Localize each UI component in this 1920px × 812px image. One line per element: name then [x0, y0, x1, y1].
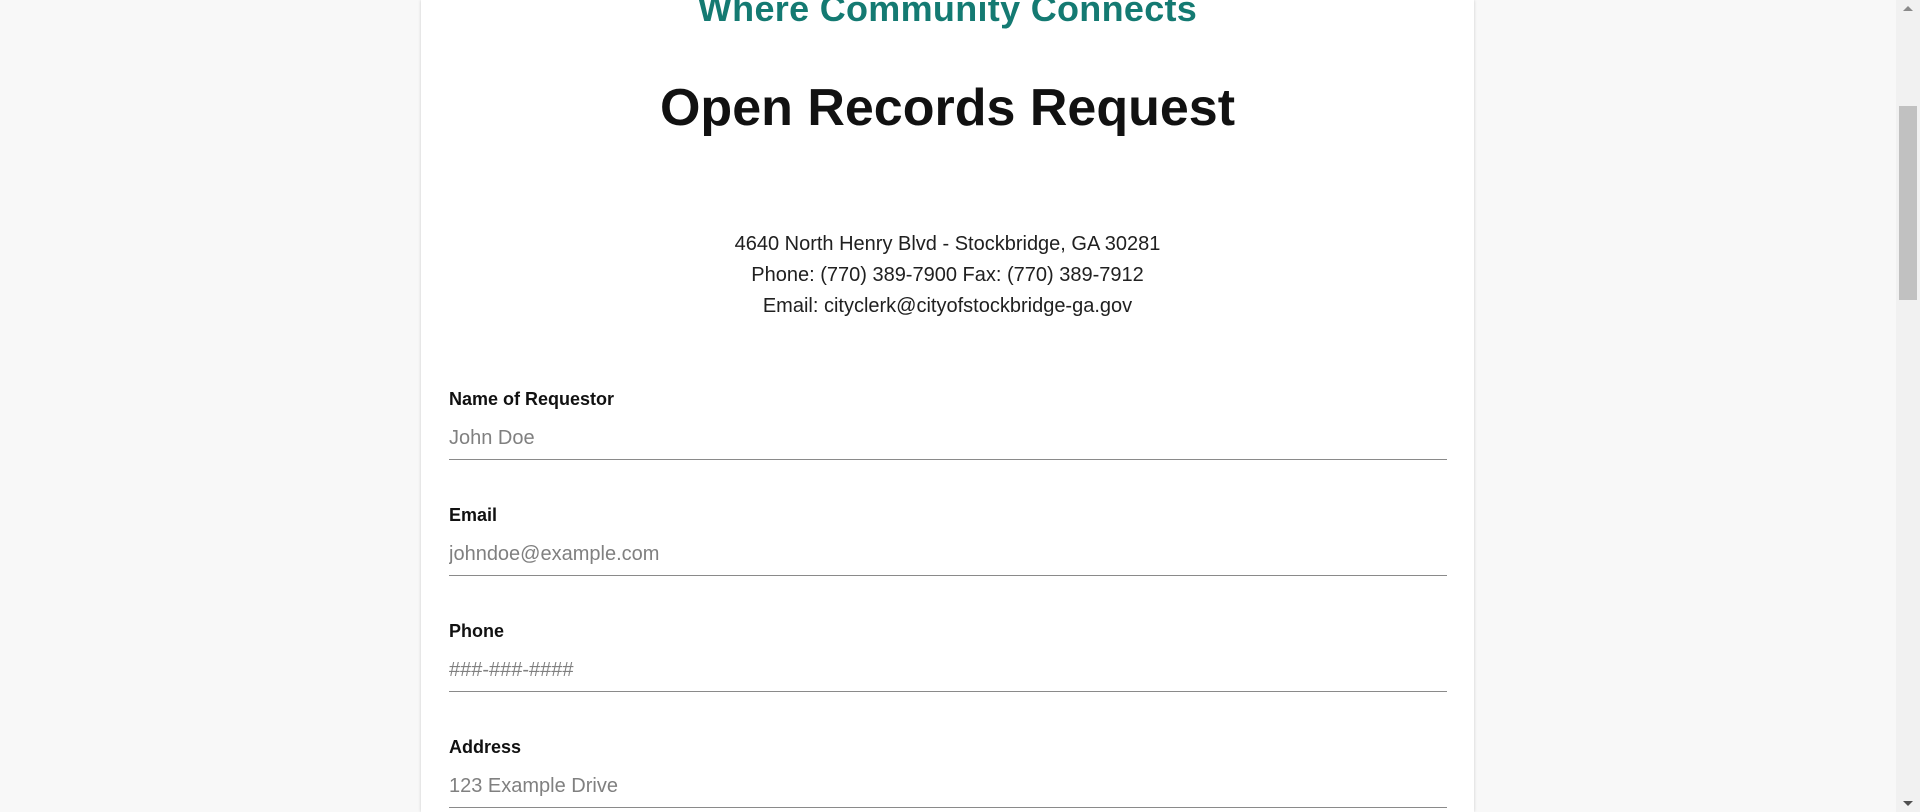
contact-phone-fax: Phone: (770) 389-7900 Fax: (770) 389-791… — [751, 264, 1144, 286]
scrollbar-thumb[interactable] — [1899, 106, 1917, 300]
phone-field: Phone — [449, 621, 1447, 692]
email-field: Email — [449, 505, 1447, 576]
contact-address: 4640 North Henry Blvd - Stockbridge, GA … — [734, 233, 1161, 255]
address-field: Address — [449, 737, 1447, 808]
contact-info: 4640 North Henry Blvd - Stockbridge, GA … — [421, 229, 1474, 322]
scroll-up-arrow-icon[interactable] — [1903, 6, 1913, 11]
page-scrollbar[interactable] — [1896, 0, 1920, 812]
phone-input[interactable] — [449, 659, 1447, 692]
address-input[interactable] — [449, 775, 1447, 808]
contact-email: Email: cityclerk@cityofstockbridge-ga.go… — [762, 295, 1133, 317]
email-input[interactable] — [449, 543, 1447, 576]
page-title: Open Records Request — [659, 79, 1236, 137]
requestor-name-label: Name of Requestor — [449, 389, 615, 409]
scroll-down-arrow-icon[interactable] — [1903, 801, 1913, 806]
logo-tagline: Where Community Connects — [697, 0, 1198, 29]
form-page: Where Community Connects Open Records Re… — [421, 0, 1474, 812]
requestor-name-field: Name of Requestor — [449, 389, 1447, 460]
requestor-name-input[interactable] — [449, 427, 1447, 460]
email-label: Email — [449, 505, 498, 525]
phone-label: Phone — [449, 621, 505, 641]
address-label: Address — [449, 737, 522, 757]
